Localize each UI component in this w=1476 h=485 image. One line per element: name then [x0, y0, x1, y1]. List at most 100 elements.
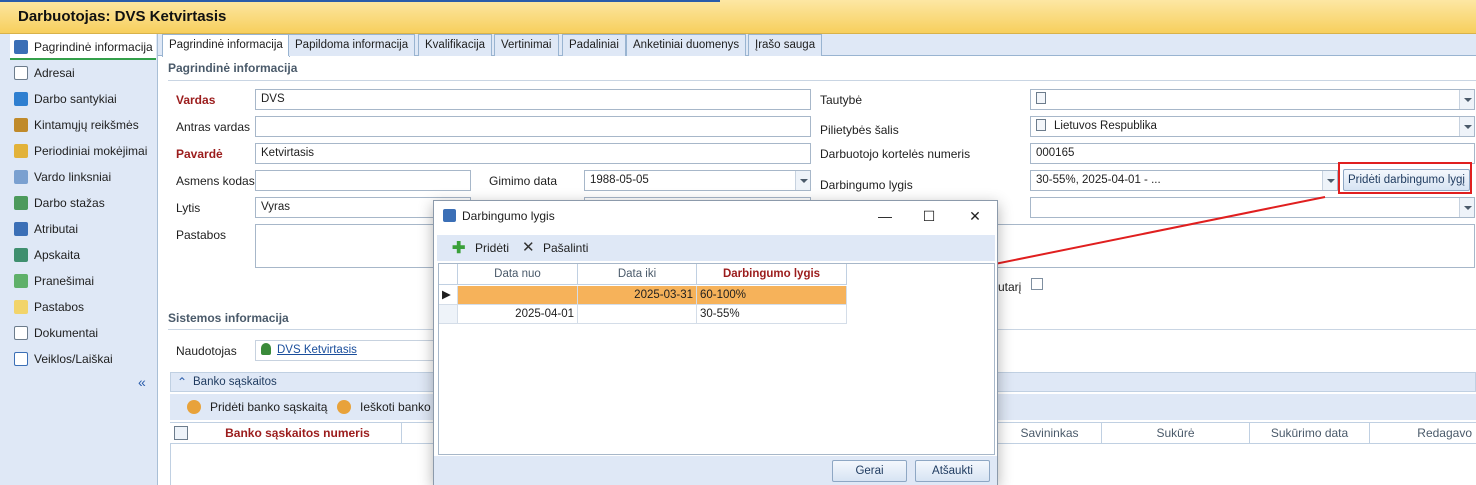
minimize-icon[interactable]: —: [870, 205, 900, 227]
antras-vardas-label: Antras vardas: [176, 120, 251, 134]
employee-card-icon: [14, 40, 28, 54]
dialog-title: Darbingumo lygis: [462, 209, 555, 223]
tautybe-label: Tautybė: [820, 93, 863, 107]
dialog-remove-button[interactable]: Pašalinti: [543, 241, 588, 255]
nav-item-adresai[interactable]: Adresai: [10, 60, 156, 86]
messages-icon: [14, 274, 28, 288]
tab-padaliniai[interactable]: Padaliniai: [562, 34, 626, 56]
tab-anketiniai[interactable]: Anketiniai duomenys: [626, 34, 747, 56]
address-icon: [14, 66, 28, 80]
ok-button[interactable]: Gerai: [832, 460, 907, 482]
checkbox-label-tail: utarį: [998, 280, 1022, 294]
vardas-label: Vardas: [176, 93, 216, 107]
col-banko-saskaitos[interactable]: Banko sąskaitos numeris: [194, 423, 402, 444]
naudotojas-field: DVS Ketvirtasis: [255, 340, 455, 361]
dialog-footer: Gerai Atšaukti: [434, 456, 997, 485]
date-dropdown-icon[interactable]: [795, 171, 810, 190]
cell-darbingumo-lygis[interactable]: 60-100%: [697, 286, 847, 305]
pilietybe-dropdown-icon[interactable]: [1459, 117, 1474, 136]
nav-item-pranesimai[interactable]: Pranešimai: [10, 268, 156, 294]
cell-data-iki[interactable]: [578, 305, 697, 324]
payments-icon: [14, 144, 28, 158]
nav-item-dokumentai[interactable]: Dokumentai: [10, 320, 156, 346]
darbingumas-label: Darbingumo lygis: [820, 178, 913, 192]
book-icon: [14, 118, 28, 132]
col-data-nuo[interactable]: Data nuo: [458, 264, 578, 285]
tab-vertinimai[interactable]: Vertinimai: [494, 34, 559, 56]
nav-item-atributai[interactable]: Atributai: [10, 216, 156, 242]
cancel-button[interactable]: Atšaukti: [915, 460, 990, 482]
tab-papildoma[interactable]: Papildoma informacija: [288, 34, 416, 56]
lytis-value: Vyras: [261, 201, 290, 213]
grid-menu-icon[interactable]: [439, 264, 458, 285]
declension-icon: [14, 170, 28, 184]
lookup-document-icon: [1036, 119, 1046, 131]
dialog-title-bar: Darbingumo lygis — ☐ ✕: [434, 201, 997, 231]
pavarde-input[interactable]: Ketvirtasis: [255, 143, 811, 164]
nav-item-pastabos[interactable]: Pastabos: [10, 294, 156, 320]
nav-item-darbo-stazas[interactable]: Darbo stažas: [10, 190, 156, 216]
nav-item-apskaita[interactable]: Apskaita: [10, 242, 156, 268]
search-bank-button[interactable]: Ieškoti banko: [360, 400, 431, 414]
nav-item-veiklos[interactable]: Veiklos/Laiškai: [10, 346, 156, 372]
row-indicator-icon: ▶: [439, 286, 458, 305]
add-bank-account-button[interactable]: Pridėti banko sąskaitą: [210, 400, 327, 414]
close-icon[interactable]: ✕: [960, 205, 990, 227]
gimimo-data-value: 1988-05-05: [590, 174, 649, 186]
collapse-nav-icon[interactable]: «: [138, 374, 146, 390]
pavarde-label: Pavardė: [176, 147, 223, 161]
lookup-document-icon: [1036, 92, 1046, 104]
section-title-system: Sistemos informacija: [168, 311, 289, 325]
window-title: Darbuotojas: DVS Ketvirtasis: [18, 8, 227, 25]
table-row[interactable]: 2025-04-01 30-55%: [439, 305, 847, 324]
kortele-input[interactable]: 000165: [1030, 143, 1475, 164]
grid-menu-icon[interactable]: [174, 426, 188, 440]
vardas-input[interactable]: DVS: [255, 89, 811, 110]
cell-data-nuo[interactable]: [458, 286, 578, 305]
extra-dropdown-icon[interactable]: [1459, 198, 1474, 217]
activities-icon: [14, 352, 28, 366]
nav-item-kintamuju[interactable]: Kintamųjų reikšmės: [10, 112, 156, 138]
section-title-main: Pagrindinė informacija: [168, 61, 298, 75]
pilietybe-select[interactable]: Lietuvos Respublika: [1030, 116, 1475, 137]
col-redagavo[interactable]: Redagavo: [1370, 423, 1476, 444]
section-divider: [168, 80, 1476, 81]
contract-icon: [14, 92, 28, 106]
tab-pagrindine[interactable]: Pagrindinė informacija: [162, 34, 290, 57]
tab-iraso-sauga[interactable]: Įrašo sauga: [748, 34, 823, 56]
dialog-add-button[interactable]: Pridėti: [475, 241, 509, 255]
table-row[interactable]: ▶ 2025-03-31 60-100%: [439, 286, 847, 305]
col-savininkas[interactable]: Savininkas: [998, 423, 1102, 444]
naudotojas-link[interactable]: DVS Ketvirtasis: [277, 344, 357, 356]
dialog-app-icon: [443, 209, 456, 222]
nav-item-periodiniai[interactable]: Periodiniai mokėjimai: [10, 138, 156, 164]
maximize-icon[interactable]: ☐: [914, 205, 944, 227]
nav-item-darbo-santykiai[interactable]: Darbo santykiai: [10, 86, 156, 112]
documents-icon: [14, 326, 28, 340]
nav-item-pagrindine[interactable]: Pagrindinė informacija: [10, 34, 156, 60]
col-sukurimo-data[interactable]: Sukūrimo data: [1250, 423, 1370, 444]
col-sukure[interactable]: Sukūrė: [1102, 423, 1250, 444]
cell-data-nuo[interactable]: 2025-04-01: [458, 305, 578, 324]
cell-data-iki[interactable]: 2025-03-31: [578, 286, 697, 305]
tautybe-select[interactable]: [1030, 89, 1475, 110]
checkbox[interactable]: [1031, 278, 1043, 290]
antras-vardas-input[interactable]: [255, 116, 811, 137]
kortele-label: Darbuotojo kortelės numeris: [820, 147, 971, 161]
gimimo-data-input[interactable]: 1988-05-05: [584, 170, 811, 191]
bank-header-label: Banko sąskaitos: [193, 376, 277, 388]
collapse-up-icon[interactable]: ⌃: [177, 375, 187, 389]
nav-item-vardo-linksniai[interactable]: Vardo linksniai: [10, 164, 156, 190]
window-title-bar: Darbuotojas: DVS Ketvirtasis: [0, 0, 1476, 34]
tautybe-dropdown-icon[interactable]: [1459, 90, 1474, 109]
col-data-iki[interactable]: Data iki: [578, 264, 697, 285]
highlight-box: [1338, 162, 1472, 194]
dialog-toolbar: ✚ Pridėti ✕ Pašalinti: [437, 235, 995, 261]
asmens-kodas-label: Asmens kodas: [176, 174, 255, 188]
col-darbingumo-lygis[interactable]: Darbingumo lygis: [697, 264, 847, 285]
left-navigation: Pagrindinė informacija Adresai Darbo san…: [0, 34, 158, 485]
cell-darbingumo-lygis[interactable]: 30-55%: [697, 305, 847, 324]
darbingumo-lygis-dialog: Darbingumo lygis — ☐ ✕ ✚ Pridėti ✕ Pašal…: [433, 200, 998, 485]
tab-kvalifikacija[interactable]: Kvalifikacija: [418, 34, 493, 56]
asmens-kodas-input[interactable]: [255, 170, 471, 191]
